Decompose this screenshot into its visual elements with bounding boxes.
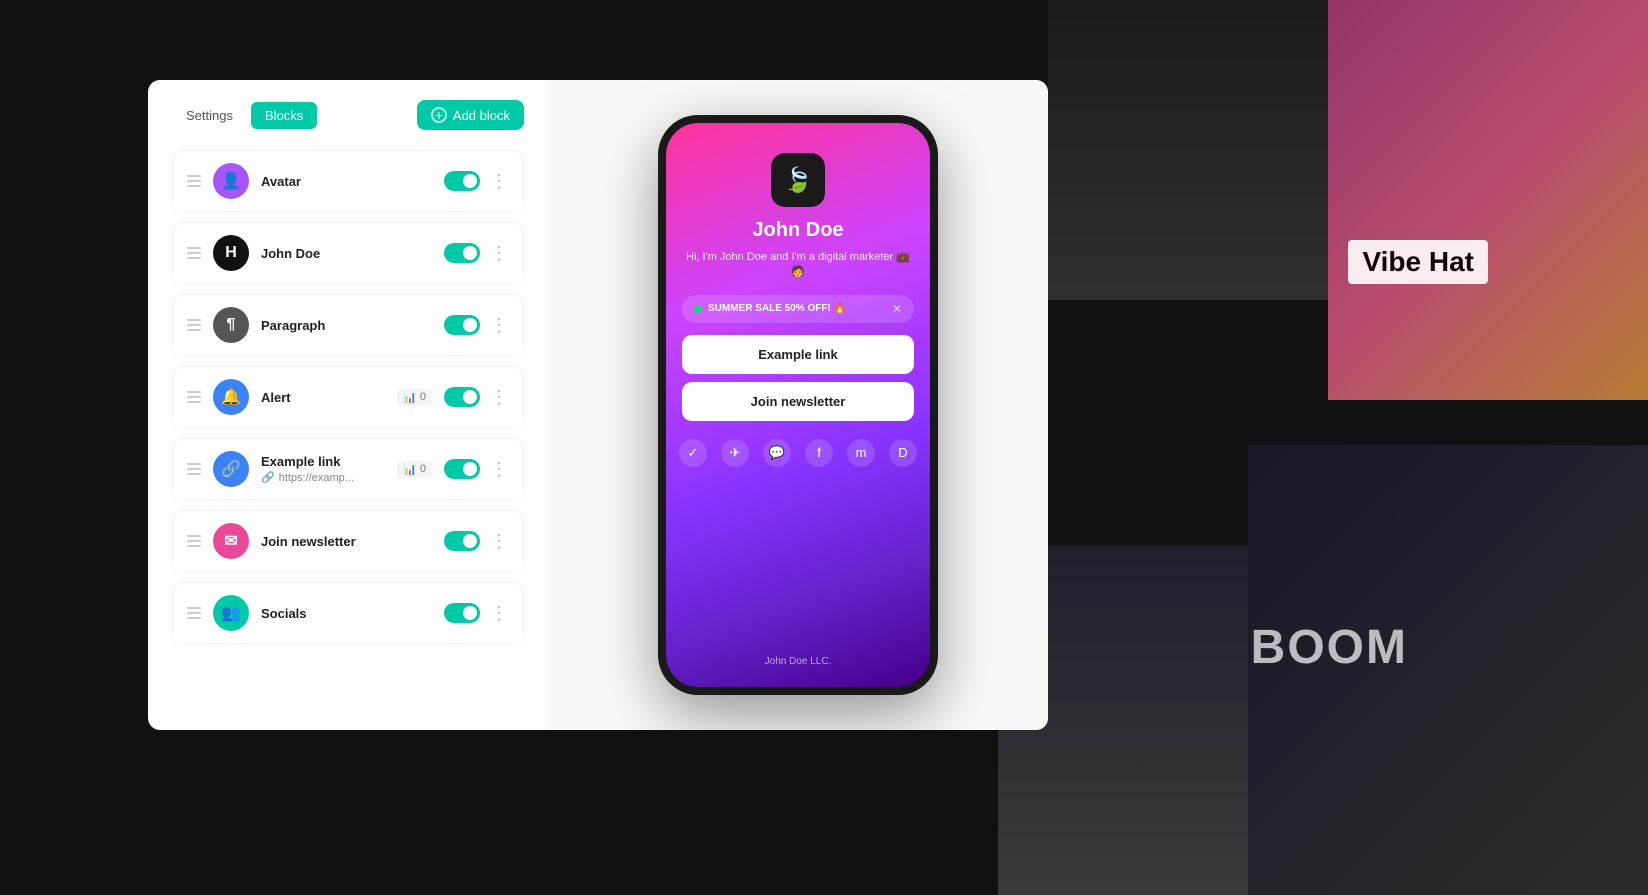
block-controls-example-link: ⋮ <box>444 459 509 479</box>
block-badge-example-link: 📊0 <box>397 461 432 478</box>
phone-alert-bar: SUMMER SALE 50% OFF! 🔥 ✕ <box>682 295 914 323</box>
tab-settings[interactable]: Settings <box>172 102 247 129</box>
drag-handle-join-newsletter[interactable] <box>187 535 201 547</box>
main-panel: Settings Blocks + Add block 👤 Avatar <box>148 80 1048 730</box>
block-item-example-link: 🔗 Example link 🔗https://examp... 📊0 ⋮ <box>172 438 524 500</box>
bg-photo-2 <box>1048 0 1328 300</box>
toggle-alert[interactable] <box>444 387 480 407</box>
phone-footer: John Doe LLC. <box>765 646 832 667</box>
blocks-list: 👤 Avatar ⋮ H John Doe <box>172 150 524 644</box>
block-info-avatar: Avatar <box>261 174 432 189</box>
drag-handle-socials[interactable] <box>187 607 201 619</box>
add-block-button[interactable]: + Add block <box>417 100 524 130</box>
phone-frame: 🍃 John Doe Hi, I'm John Doe and I'm a di… <box>658 115 938 695</box>
drag-handle-avatar[interactable] <box>187 175 201 187</box>
panel-header: Settings Blocks + Add block <box>172 100 524 130</box>
block-badge-alert: 📊0 <box>397 389 432 406</box>
social-icon-facebook[interactable]: f <box>805 439 833 467</box>
block-controls-paragraph: ⋮ <box>444 315 509 335</box>
social-icon-check[interactable]: ✓ <box>679 439 707 467</box>
drag-handle-alert[interactable] <box>187 391 201 403</box>
block-subtitle-example-link: 🔗https://examp... <box>261 471 385 484</box>
phone-btn-join-newsletter[interactable]: Join newsletter <box>682 382 914 421</box>
drag-handle-paragraph[interactable] <box>187 319 201 331</box>
block-info-paragraph: Paragraph <box>261 318 432 333</box>
block-item-alert: 🔔 Alert 📊0 ⋮ <box>172 366 524 428</box>
toggle-join-newsletter[interactable] <box>444 531 480 551</box>
phone-btn-example-link[interactable]: Example link <box>682 335 914 374</box>
drag-handle-john-doe[interactable] <box>187 247 201 259</box>
block-item-avatar: 👤 Avatar ⋮ <box>172 150 524 212</box>
phone-bio: Hi, I'm John Doe and I'm a digital marke… <box>682 250 914 281</box>
block-title-example-link: Example link <box>261 454 385 469</box>
block-icon-socials: 👥 <box>213 595 249 631</box>
phone-username: John Doe <box>752 219 843 242</box>
social-icon-messenger[interactable]: m <box>847 439 875 467</box>
phone-preview-panel: 🍃 John Doe Hi, I'm John Doe and I'm a di… <box>548 80 1048 730</box>
social-icon-telegram[interactable]: ✈ <box>721 439 749 467</box>
block-info-alert: Alert <box>261 390 385 405</box>
more-btn-alert[interactable]: ⋮ <box>490 388 509 406</box>
bg-photo-1 <box>1328 0 1648 400</box>
app-icon: 🍃 <box>771 153 825 207</box>
social-icon-discord[interactable]: D <box>889 439 917 467</box>
block-controls-join-newsletter: ⋮ <box>444 531 509 551</box>
block-controls-john-doe: ⋮ <box>444 243 509 263</box>
block-title-avatar: Avatar <box>261 174 432 189</box>
block-icon-john-doe: H <box>213 235 249 271</box>
block-title-alert: Alert <box>261 390 385 405</box>
more-btn-avatar[interactable]: ⋮ <box>490 172 509 190</box>
block-controls-alert: ⋮ <box>444 387 509 407</box>
more-btn-example-link[interactable]: ⋮ <box>490 460 509 478</box>
block-controls-socials: ⋮ <box>444 603 509 623</box>
toggle-socials[interactable] <box>444 603 480 623</box>
settings-panel: Settings Blocks + Add block 👤 Avatar <box>148 80 548 730</box>
block-icon-alert: 🔔 <box>213 379 249 415</box>
leaf-icon: 🍃 <box>783 166 813 195</box>
alert-text: SUMMER SALE 50% OFF! 🔥 <box>694 303 846 314</box>
alert-close-icon[interactable]: ✕ <box>892 302 902 316</box>
block-icon-avatar: 👤 <box>213 163 249 199</box>
block-title-paragraph: Paragraph <box>261 318 432 333</box>
block-title-join-newsletter: Join newsletter <box>261 534 432 549</box>
block-info-example-link: Example link 🔗https://examp... <box>261 454 385 484</box>
more-btn-john-doe[interactable]: ⋮ <box>490 244 509 262</box>
block-icon-join-newsletter: ✉ <box>213 523 249 559</box>
more-btn-paragraph[interactable]: ⋮ <box>490 316 509 334</box>
block-controls-avatar: ⋮ <box>444 171 509 191</box>
block-title-john-doe: John Doe <box>261 246 432 261</box>
block-info-john-doe: John Doe <box>261 246 432 261</box>
toggle-avatar[interactable] <box>444 171 480 191</box>
more-btn-join-newsletter[interactable]: ⋮ <box>490 532 509 550</box>
block-item-paragraph: ¶ Paragraph ⋮ <box>172 294 524 356</box>
vibe-hat-label: Vibe Hat <box>1348 240 1488 284</box>
block-info-socials: Socials <box>261 606 432 621</box>
toggle-paragraph[interactable] <box>444 315 480 335</box>
block-title-socials: Socials <box>261 606 432 621</box>
plus-icon: + <box>431 107 447 123</box>
block-item-socials: 👥 Socials ⋮ <box>172 582 524 644</box>
tab-group: Settings Blocks <box>172 102 317 129</box>
social-icon-whatsapp[interactable]: 💬 <box>763 439 791 467</box>
block-icon-example-link: 🔗 <box>213 451 249 487</box>
tab-blocks[interactable]: Blocks <box>251 102 317 129</box>
toggle-john-doe[interactable] <box>444 243 480 263</box>
boom-label: BOOM <box>1251 620 1408 675</box>
block-item-john-doe: H John Doe ⋮ <box>172 222 524 284</box>
block-icon-paragraph: ¶ <box>213 307 249 343</box>
block-info-join-newsletter: Join newsletter <box>261 534 432 549</box>
add-block-label: Add block <box>453 108 510 123</box>
alert-dot <box>694 305 702 313</box>
more-btn-socials[interactable]: ⋮ <box>490 604 509 622</box>
toggle-example-link[interactable] <box>444 459 480 479</box>
phone-screen: 🍃 John Doe Hi, I'm John Doe and I'm a di… <box>666 123 930 687</box>
drag-handle-example-link[interactable] <box>187 463 201 475</box>
phone-socials: ✓ ✈ 💬 f m D <box>679 439 917 467</box>
block-item-join-newsletter: ✉ Join newsletter ⋮ <box>172 510 524 572</box>
